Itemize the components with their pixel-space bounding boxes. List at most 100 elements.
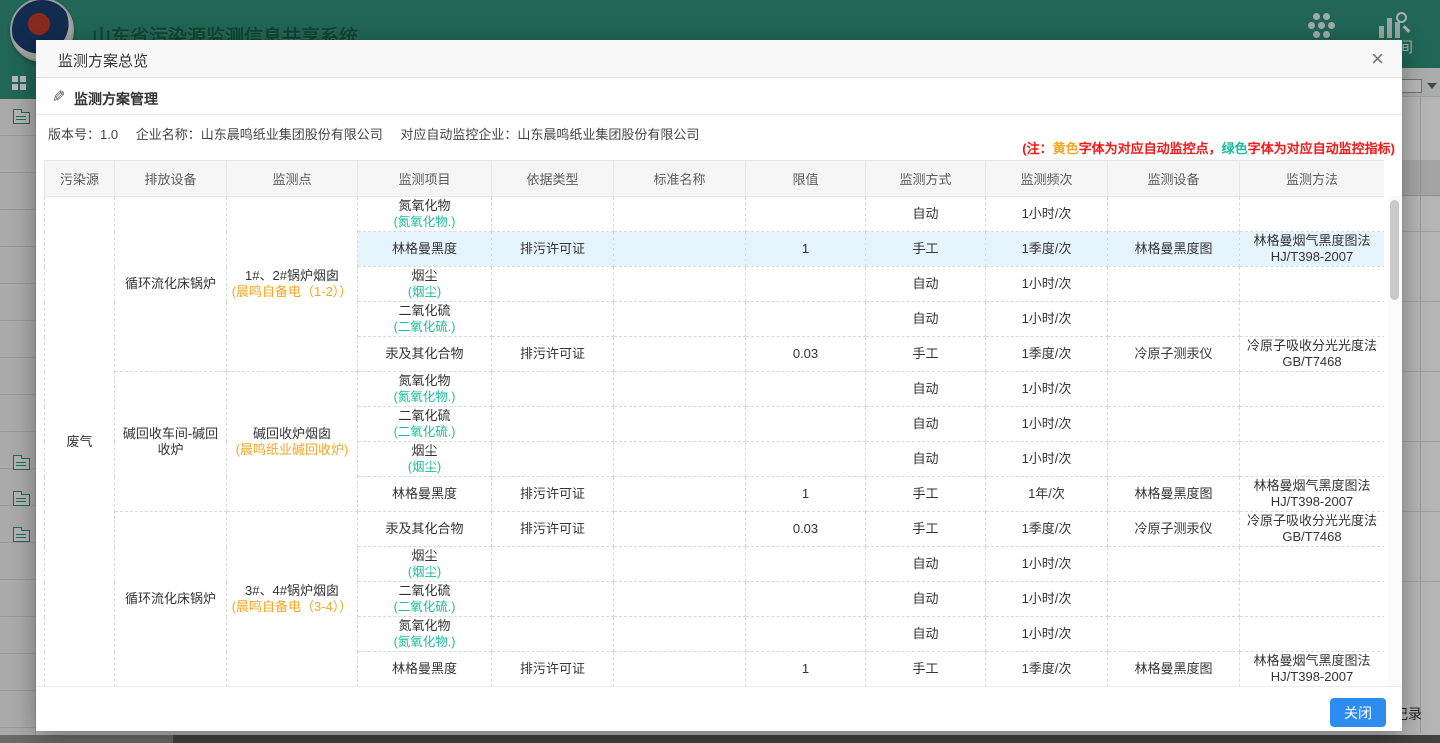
monitor-method-cell [1240, 617, 1385, 652]
column-header-4: 监测项目 [358, 161, 492, 197]
column-header-2: 排放设备 [115, 161, 227, 197]
monitor-mode-cell: 自动 [866, 547, 986, 582]
monitor-frequency-cell: 1季度/次 [986, 512, 1108, 547]
monitor-equipment-cell: 林格曼黑度图 [1108, 477, 1240, 512]
monitor-method-cell [1240, 442, 1385, 477]
monitor-equipment-cell: 冷原子测汞仪 [1108, 337, 1240, 372]
basis-type-cell [492, 302, 614, 337]
monitor-equipment-cell [1108, 302, 1240, 337]
monitor-equipment-cell: 林格曼黑度图 [1108, 652, 1240, 687]
standard-name-cell [614, 442, 746, 477]
basis-type-cell: 排污许可证 [492, 232, 614, 267]
monitor-mode-cell: 自动 [866, 617, 986, 652]
monitor-mode-cell: 自动 [866, 582, 986, 617]
monitoring-plan-modal: 监测方案总览 × ✎ 监测方案管理 版本号：1.0 企业名称：山东晨鸣纸业集团股… [36, 40, 1402, 731]
monitor-frequency-cell: 1小时/次 [986, 267, 1108, 302]
section-bar: ✎ 监测方案管理 [36, 78, 1402, 115]
auto-company-value: 山东晨鸣纸业集团股份有限公司 [517, 127, 699, 142]
monitor-equipment-cell [1108, 407, 1240, 442]
monitor-mode-cell: 手工 [866, 512, 986, 547]
table-row[interactable]: 碱回收车间-碱回收炉碱回收炉烟囱(晨鸣纸业碱回收炉)氮氧化物(氮氧化物.)自动1… [45, 372, 1385, 407]
monitor-frequency-cell: 1年/次 [986, 477, 1108, 512]
monitor-frequency-cell: 1小时/次 [986, 547, 1108, 582]
monitor-frequency-cell: 1季度/次 [986, 652, 1108, 687]
monitoring-plan-table: 污染源排放设备监测点监测项目依据类型标准名称限值监测方式监测频次监测设备监测方法… [44, 160, 1384, 686]
basis-type-cell [492, 547, 614, 582]
monitor-method-cell [1240, 197, 1385, 232]
close-icon[interactable]: × [1367, 46, 1388, 72]
basis-type-cell [492, 407, 614, 442]
column-header-1: 污染源 [45, 161, 115, 197]
monitor-method-cell: 林格曼烟气黑度图法HJ/T398-2007 [1240, 477, 1385, 512]
monitor-point-cell: 3#、4#锅炉烟囱(晨鸣自备电（3-4）） [227, 512, 358, 687]
monitor-method-cell [1240, 582, 1385, 617]
standard-name-cell [614, 337, 746, 372]
standard-name-cell [614, 652, 746, 687]
basis-type-cell [492, 197, 614, 232]
modal-footer: 关闭 [36, 686, 1402, 731]
note-yellow-word: 黄色 [1053, 141, 1079, 156]
basis-type-cell [492, 442, 614, 477]
monitor-item-cell: 林格曼黑度 [358, 652, 492, 687]
close-button[interactable]: 关闭 [1330, 698, 1386, 727]
limit-value-cell: 1 [746, 232, 866, 267]
monitor-item-cell: 二氧化硫(二氧化硫.) [358, 582, 492, 617]
column-header-9: 监测频次 [986, 161, 1108, 197]
monitor-mode-cell: 自动 [866, 442, 986, 477]
monitor-equipment-cell: 林格曼黑度图 [1108, 232, 1240, 267]
monitor-item-cell: 二氧化硫(二氧化硫.) [358, 407, 492, 442]
limit-value-cell: 1 [746, 477, 866, 512]
basis-type-cell [492, 267, 614, 302]
monitor-frequency-cell: 1小时/次 [986, 582, 1108, 617]
table-scrollbar-thumb[interactable] [1390, 200, 1399, 300]
standard-name-cell [614, 477, 746, 512]
monitor-item-cell: 烟尘(烟尘) [358, 547, 492, 582]
monitor-frequency-cell: 1季度/次 [986, 232, 1108, 267]
monitor-frequency-cell: 1小时/次 [986, 442, 1108, 477]
column-header-11: 监测方法 [1240, 161, 1385, 197]
device-cell: 碱回收车间-碱回收炉 [115, 372, 227, 512]
monitor-method-cell [1240, 302, 1385, 337]
color-legend-note: (注：黄色字体为对应自动监控点，绿色字体为对应自动监控指标) [1022, 138, 1395, 157]
monitor-mode-cell: 手工 [866, 652, 986, 687]
modal-header: 监测方案总览 × [36, 40, 1402, 78]
monitor-item-cell: 烟尘(烟尘) [358, 442, 492, 477]
monitor-equipment-cell [1108, 547, 1240, 582]
monitor-equipment-cell [1108, 582, 1240, 617]
monitor-item-cell: 烟尘(烟尘) [358, 267, 492, 302]
monitor-point-cell: 碱回收炉烟囱(晨鸣纸业碱回收炉) [227, 372, 358, 512]
monitor-item-cell: 林格曼黑度 [358, 232, 492, 267]
pollution-source-cell: 废气 [45, 197, 115, 687]
limit-value-cell [746, 617, 866, 652]
standard-name-cell [614, 512, 746, 547]
device-cell: 循环流化床锅炉 [115, 512, 227, 687]
monitor-mode-cell: 自动 [866, 372, 986, 407]
limit-value-cell [746, 267, 866, 302]
standard-name-cell [614, 267, 746, 302]
monitor-item-cell: 氮氧化物(氮氧化物.) [358, 197, 492, 232]
limit-value-cell [746, 372, 866, 407]
monitor-method-cell [1240, 372, 1385, 407]
limit-value-cell: 1 [746, 652, 866, 687]
table-row[interactable]: 废气循环流化床锅炉1#、2#锅炉烟囱(晨鸣自备电（1-2））氮氧化物(氮氧化物.… [45, 197, 1385, 232]
standard-name-cell [614, 197, 746, 232]
monitor-mode-cell: 自动 [866, 267, 986, 302]
company-label: 企业名称： [136, 127, 201, 142]
monitor-equipment-cell [1108, 267, 1240, 302]
monitor-method-cell: 林格曼烟气黑度图法HJ/T398-2007 [1240, 652, 1385, 687]
standard-name-cell [614, 407, 746, 442]
standard-name-cell [614, 302, 746, 337]
note-green-word: 绿色 [1222, 141, 1248, 156]
column-header-8: 监测方式 [866, 161, 986, 197]
monitor-method-cell [1240, 547, 1385, 582]
column-header-6: 标准名称 [614, 161, 746, 197]
monitor-mode-cell: 自动 [866, 197, 986, 232]
limit-value-cell [746, 582, 866, 617]
monitor-equipment-cell [1108, 617, 1240, 652]
monitor-method-cell: 冷原子吸收分光光度法GB/T7468 [1240, 512, 1385, 547]
table-row[interactable]: 循环流化床锅炉3#、4#锅炉烟囱(晨鸣自备电（3-4））汞及其化合物排污许可证0… [45, 512, 1385, 547]
plan-info-line: 版本号：1.0 企业名称：山东晨鸣纸业集团股份有限公司 对应自动监控企业：山东晨… [48, 124, 699, 143]
basis-type-cell [492, 617, 614, 652]
limit-value-cell [746, 302, 866, 337]
standard-name-cell [614, 372, 746, 407]
